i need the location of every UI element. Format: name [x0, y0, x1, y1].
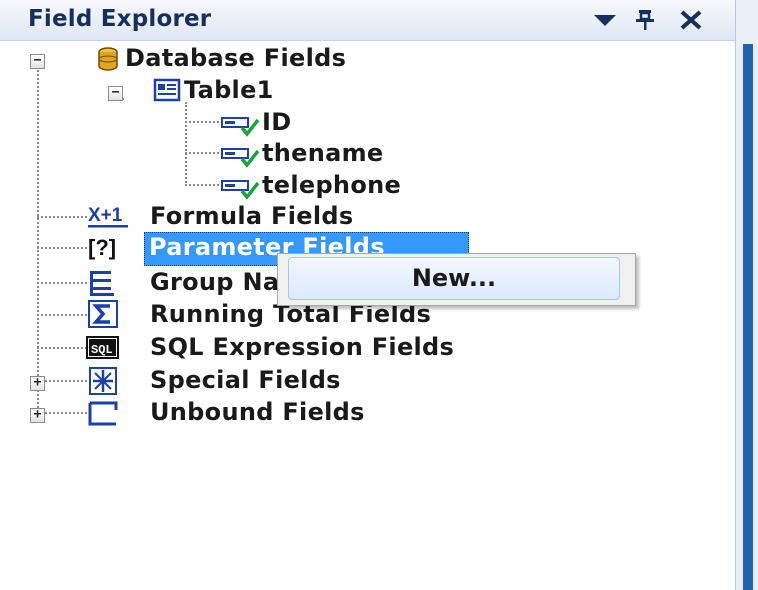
new-menu-item-label: New... — [411, 264, 497, 292]
field-explorer-titlebar: Field Explorer — [0, 0, 735, 41]
tree-label: Table1 — [184, 76, 274, 104]
expand-toggle-icon[interactable]: + — [30, 376, 45, 391]
context-menu: New... — [277, 253, 636, 306]
tree-label: Formula Fields — [150, 202, 354, 230]
group-icon — [88, 268, 118, 302]
field-explorer-panel: Field Explorer − Database Fields − Table… — [0, 0, 758, 590]
parameter-icon: [?] — [88, 233, 138, 265]
collapse-toggle-icon[interactable]: − — [108, 86, 123, 101]
panel-title: Field Explorer — [28, 6, 212, 32]
formula-icon-text: X+1 — [88, 205, 123, 226]
sql-icon: SQL — [86, 335, 120, 365]
sql-icon-text: SQL — [91, 343, 113, 357]
new-menu-item[interactable]: New... — [288, 257, 620, 300]
special-fields-icon — [88, 366, 120, 400]
tree-label: Special Fields — [150, 366, 341, 394]
panel-right-edge — [735, 0, 758, 590]
tree-node-special-fields[interactable]: + Special Fields — [0, 364, 735, 398]
pin-icon[interactable] — [630, 4, 660, 41]
tree-node-field-thename[interactable]: thename — [0, 137, 735, 171]
tree-node-field-telephone[interactable]: telephone — [0, 169, 735, 203]
tree-node-table1[interactable]: − Table1 — [0, 74, 735, 108]
tree-label: SQL Expression Fields — [150, 333, 455, 361]
tree-node-unbound-fields[interactable]: + Unbound Fields — [0, 396, 735, 430]
dropdown-icon[interactable] — [590, 4, 620, 41]
tree-label: Unbound Fields — [150, 398, 365, 426]
parameter-icon-text: [?] — [88, 235, 116, 260]
database-icon — [95, 46, 121, 76]
tree-node-sql-expression-fields[interactable]: SQL SQL Expression Fields — [0, 331, 735, 365]
sigma-icon — [88, 300, 120, 334]
tree-node-formula-fields[interactable]: X+1 Formula Fields — [0, 200, 735, 234]
tree-node-database-fields[interactable]: − Database Fields — [0, 42, 735, 76]
table-icon — [153, 77, 181, 107]
tree-node-field-id[interactable]: ID — [0, 106, 735, 140]
tree-label: Database Fields — [125, 44, 347, 72]
collapse-toggle-icon[interactable]: − — [30, 54, 45, 69]
unbound-field-icon — [86, 400, 120, 432]
formula-icon: X+1 — [88, 202, 134, 234]
close-icon[interactable] — [676, 4, 706, 41]
tree-label: thename — [262, 139, 384, 167]
right-accent-bar — [743, 44, 753, 590]
tree-label: telephone — [262, 171, 402, 199]
expand-toggle-icon[interactable]: + — [30, 408, 45, 423]
tree-label: ID — [262, 108, 292, 136]
